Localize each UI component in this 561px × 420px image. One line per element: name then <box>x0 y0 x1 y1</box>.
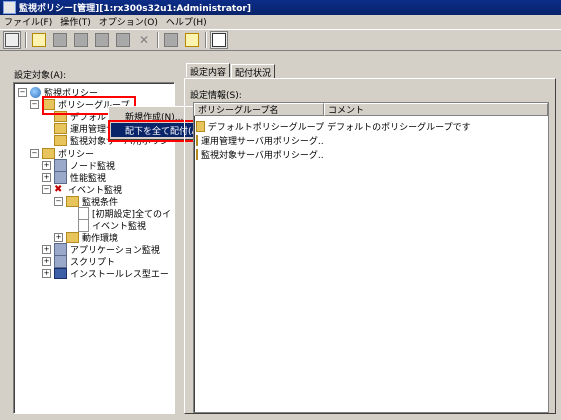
menu-operation[interactable]: 操作(T) <box>56 15 95 28</box>
toolbar-distribute-icon[interactable] <box>210 31 228 49</box>
menu-help[interactable]: ヘルプ(H) <box>162 15 211 28</box>
toolbar-move-icon[interactable] <box>114 31 132 49</box>
toolbar-copy-icon[interactable] <box>51 31 69 49</box>
toolbar-edit-icon[interactable] <box>72 31 90 49</box>
app-icon <box>3 1 16 14</box>
toolbar-separator <box>25 32 27 48</box>
toolbar: ✕ <box>0 29 561 51</box>
toolbar-delete-icon[interactable]: ✕ <box>135 31 153 49</box>
title-bar: 監視ポリシー[管理][1:rx300s32u1:Administrator] <box>0 0 561 15</box>
toolbar-new-icon[interactable] <box>3 31 21 49</box>
menu-file[interactable]: ファイル(F) <box>0 15 56 28</box>
left-pane <box>6 56 171 412</box>
menu-option[interactable]: オプション(O) <box>95 15 162 28</box>
toolbar-import-icon[interactable] <box>162 31 180 49</box>
toolbar-separator <box>157 32 159 48</box>
menu-bar: ファイル(F) 操作(T) オプション(O) ヘルプ(H) <box>0 15 561 28</box>
toolbar-folder-icon[interactable] <box>30 31 48 49</box>
toolbar-paste-icon[interactable] <box>93 31 111 49</box>
toolbar-separator <box>205 32 207 48</box>
window-title: 監視ポリシー[管理][1:rx300s32u1:Administrator] <box>19 4 251 14</box>
right-pane <box>180 56 555 412</box>
app-window: 監視ポリシー[管理][1:rx300s32u1:Administrator] フ… <box>0 0 561 420</box>
toolbar-export-icon[interactable] <box>183 31 201 49</box>
